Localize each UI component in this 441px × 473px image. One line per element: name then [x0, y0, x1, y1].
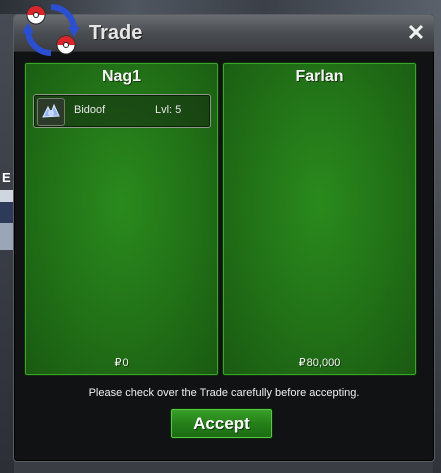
trade-notice: Please check over the Trade carefully be… — [88, 387, 360, 399]
trade-panel-self[interactable]: Nag1 Bidoof Lvl: 5 ₽0 — [24, 62, 219, 376]
self-money-offer[interactable]: ₽0 — [25, 356, 218, 369]
trade-item-row[interactable]: Bidoof Lvl: 5 — [33, 94, 211, 128]
background-character — [0, 190, 14, 250]
trade-panel-partner: Farlan ₽80,000 — [222, 62, 417, 376]
background-character-label: E — [2, 170, 11, 185]
currency-symbol: ₽ — [114, 357, 122, 369]
self-money-value: 0 — [122, 357, 129, 369]
pokemon-item-icon — [37, 98, 65, 126]
trade-window: Trade ✕ Nag1 Bidoof Lvl: 5 ₽0 Farlan ₽80… — [13, 4, 435, 462]
trade-exchange-icon — [22, 4, 80, 56]
close-button[interactable]: ✕ — [406, 22, 426, 44]
partner-money-offer: ₽80,000 — [223, 356, 416, 369]
trade-item-level: Lvl: 5 — [155, 104, 182, 116]
trade-item-name: Bidoof — [74, 104, 106, 116]
partner-player-name: Farlan — [295, 68, 344, 85]
accept-button[interactable]: Accept — [170, 408, 273, 439]
self-player-name: Nag1 — [101, 68, 142, 85]
window-title: Trade — [89, 22, 143, 44]
currency-symbol: ₽ — [298, 357, 306, 369]
partner-money-value: 80,000 — [306, 357, 341, 369]
